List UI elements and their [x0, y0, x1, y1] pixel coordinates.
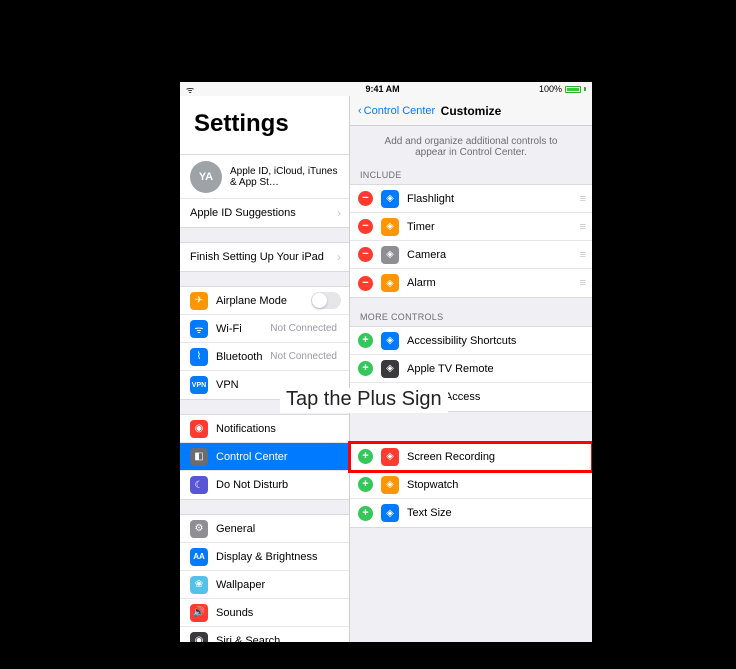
drag-handle-icon[interactable]: ≡: [580, 193, 584, 205]
control-center-icon: ◧: [190, 448, 208, 466]
nav-bar: ‹ Control Center Customize: [350, 96, 592, 126]
control-row[interactable]: −◈ Flashlight ≡: [350, 185, 592, 213]
sidebar-bluetooth[interactable]: ⌇ Bluetooth Not Connected: [180, 343, 349, 371]
annotation-caption: Tap the Plus Sign: [280, 388, 448, 413]
chevron-left-icon: ‹: [358, 105, 362, 117]
control-row[interactable]: −◈ Camera ≡: [350, 241, 592, 269]
add-button[interactable]: +: [358, 361, 373, 376]
control-label: Apple TV Remote: [407, 363, 494, 375]
add-button[interactable]: +: [358, 449, 373, 464]
control-label: Screen Recording: [407, 451, 495, 463]
sounds-icon: 🔊: [190, 604, 208, 622]
control-icon: ◈: [381, 246, 399, 264]
control-icon: ◈: [381, 448, 399, 466]
add-button[interactable]: +: [358, 506, 373, 521]
control-icon: ◈: [381, 274, 399, 292]
include-label: INCLUDE: [350, 168, 592, 184]
avatar: YA: [190, 161, 222, 193]
control-icon: ◈: [381, 360, 399, 378]
control-icon: ◈: [381, 332, 399, 350]
control-label: Timer: [407, 221, 435, 233]
wifi-icon: ᯤ: [186, 83, 194, 96]
sidebar-wifi[interactable]: ᯤ Wi-Fi Not Connected: [180, 315, 349, 343]
battery-pct: 100%: [539, 84, 562, 94]
control-label: Camera: [407, 249, 446, 261]
airplane-switch[interactable]: [311, 292, 341, 309]
control-label: Alarm: [407, 277, 436, 289]
siri-icon: ◉: [190, 632, 208, 643]
drag-handle-icon[interactable]: ≡: [580, 249, 584, 261]
gear-icon: ⚙: [190, 520, 208, 538]
apple-id-suggestions[interactable]: Apple ID Suggestions ›: [180, 199, 349, 227]
control-row[interactable]: + ◈ Apple TV Remote: [350, 355, 592, 383]
add-button[interactable]: +: [358, 477, 373, 492]
status-bar: ᯤ 9:41 AM 100%: [180, 82, 592, 96]
sidebar-sounds[interactable]: 🔊 Sounds: [180, 599, 349, 627]
detail-pane: ‹ Control Center Customize Add and organ…: [350, 96, 592, 642]
display-icon: AA: [190, 548, 208, 566]
control-icon: ◈: [381, 504, 399, 522]
sidebar-wallpaper[interactable]: ❀ Wallpaper: [180, 571, 349, 599]
remove-button[interactable]: −: [358, 247, 373, 262]
battery-icon: [565, 86, 581, 93]
add-button[interactable]: +: [358, 333, 373, 348]
remove-button[interactable]: −: [358, 191, 373, 206]
back-button[interactable]: ‹ Control Center: [358, 105, 435, 117]
sidebar-notifications[interactable]: ◉ Notifications: [180, 415, 349, 443]
page-title: Customize: [441, 104, 502, 118]
vpn-icon: VPN: [190, 376, 208, 394]
status-time: 9:41 AM: [365, 84, 399, 94]
dnd-icon: ☾: [190, 476, 208, 494]
chevron-right-icon: ›: [337, 250, 341, 264]
settings-title: Settings: [180, 96, 349, 154]
airplane-icon: ✈: [190, 292, 208, 310]
control-icon: ◈: [381, 476, 399, 494]
apple-id-text: Apple ID, iCloud, iTunes & App St…: [230, 166, 341, 188]
settings-sidebar: Settings YA Apple ID, iCloud, iTunes & A…: [180, 96, 350, 642]
sidebar-display[interactable]: AA Display & Brightness: [180, 543, 349, 571]
finish-setup-row[interactable]: Finish Setting Up Your iPad ›: [180, 243, 349, 271]
bluetooth-icon: ⌇: [190, 348, 208, 366]
notifications-icon: ◉: [190, 420, 208, 438]
more-group-2: + ◈ Screen Recording + ◈ Stopwatch + ◈ Text Size: [350, 442, 592, 528]
more-label: MORE CONTROLS: [350, 310, 592, 326]
control-row[interactable]: + ◈ Stopwatch: [350, 471, 592, 499]
page-description: Add and organize additional controls to …: [350, 126, 592, 168]
control-label: Stopwatch: [407, 479, 458, 491]
control-row[interactable]: −◈ Alarm ≡: [350, 269, 592, 297]
sidebar-dnd[interactable]: ☾ Do Not Disturb: [180, 471, 349, 499]
control-row[interactable]: + ◈ Text Size: [350, 499, 592, 527]
wallpaper-icon: ❀: [190, 576, 208, 594]
include-group: −◈Flashlight≡−◈Timer≡−◈Camera≡−◈Alarm≡: [350, 184, 592, 298]
control-icon: ◈: [381, 218, 399, 236]
ipad-settings-screenshot: ᯤ 9:41 AM 100% Settings YA Apple ID, iCl…: [180, 82, 592, 642]
control-label: Accessibility Shortcuts: [407, 335, 516, 347]
sidebar-siri[interactable]: ◉ Siri & Search: [180, 627, 349, 642]
control-label: Flashlight: [407, 193, 454, 205]
drag-handle-icon[interactable]: ≡: [580, 221, 584, 233]
sidebar-general[interactable]: ⚙ General: [180, 515, 349, 543]
control-label: Text Size: [407, 507, 452, 519]
remove-button[interactable]: −: [358, 276, 373, 291]
control-row[interactable]: + ◈ Screen Recording: [350, 443, 592, 471]
control-row[interactable]: + ◈ Accessibility Shortcuts: [350, 327, 592, 355]
sidebar-airplane[interactable]: ✈ Airplane Mode: [180, 287, 349, 315]
apple-id-row[interactable]: YA Apple ID, iCloud, iTunes & App St…: [180, 155, 349, 199]
drag-handle-icon[interactable]: ≡: [580, 277, 584, 289]
sidebar-control-center[interactable]: ◧ Control Center: [180, 443, 349, 471]
chevron-right-icon: ›: [337, 206, 341, 220]
control-icon: ◈: [381, 190, 399, 208]
wifi-icon: ᯤ: [190, 320, 208, 338]
control-row[interactable]: −◈ Timer ≡: [350, 213, 592, 241]
remove-button[interactable]: −: [358, 219, 373, 234]
